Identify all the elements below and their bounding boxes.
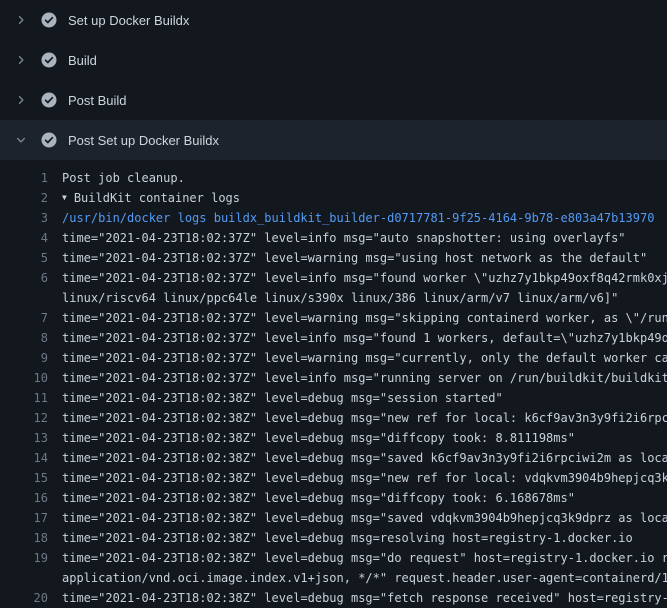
log-line: 9 time="2021-04-23T18:02:37Z" level=warni… — [0, 348, 667, 368]
log-text: time="2021-04-23T18:02:38Z" level=debug … — [62, 388, 503, 408]
command-text: /usr/bin/docker logs buildx_buildkit_bui… — [62, 208, 654, 228]
log-line: 5 time="2021-04-23T18:02:37Z" level=warni… — [0, 248, 667, 268]
line-number[interactable]: 9 — [0, 348, 48, 368]
chevron-down-icon — [14, 133, 28, 147]
line-number[interactable]: 18 — [0, 528, 48, 548]
log-line: 17 time="2021-04-23T18:02:38Z" level=debu… — [0, 508, 667, 528]
log-line-continuation: application/vnd.oci.image.index.v1+json,… — [0, 568, 667, 588]
line-number[interactable]: 12 — [0, 408, 48, 428]
line-number[interactable]: 1 — [0, 168, 48, 188]
log-lines: 1 Post job cleanup. 2 ▼ BuildKit container l… — [0, 160, 667, 608]
step-label: Post Build — [68, 94, 127, 107]
log-text: time="2021-04-23T18:02:37Z" level=warnin… — [62, 248, 647, 268]
line-number[interactable]: 7 — [0, 308, 48, 328]
log-line: 18 time="2021-04-23T18:02:38Z" level=debu… — [0, 528, 667, 548]
log-text: time="2021-04-23T18:02:38Z" level=debug … — [62, 488, 575, 508]
log-text: time="2021-04-23T18:02:38Z" level=debug … — [62, 428, 575, 448]
log-line: 16 time="2021-04-23T18:02:38Z" level=debu… — [0, 488, 667, 508]
check-circle-icon — [41, 52, 57, 68]
log-line: 7 time="2021-04-23T18:02:37Z" level=warni… — [0, 308, 667, 328]
log-line: 13 time="2021-04-23T18:02:38Z" level=debu… — [0, 428, 667, 448]
log-text: time="2021-04-23T18:02:38Z" level=debug … — [62, 508, 667, 528]
log-text: time="2021-04-23T18:02:38Z" level=debug … — [62, 588, 667, 608]
line-number[interactable]: 8 — [0, 328, 48, 348]
log-group-header[interactable]: ▼ BuildKit container logs — [62, 188, 240, 208]
log-text: time="2021-04-23T18:02:37Z" level=info m… — [62, 228, 626, 248]
line-number[interactable]: 6 — [0, 268, 48, 288]
log-line: 15 time="2021-04-23T18:02:38Z" level=debu… — [0, 468, 667, 488]
line-number[interactable]: 19 — [0, 548, 48, 568]
log-text: time="2021-04-23T18:02:37Z" level=warnin… — [62, 348, 667, 368]
chevron-right-icon — [14, 53, 28, 67]
step-label: Set up Docker Buildx — [68, 14, 189, 27]
log-line-continuation: linux/riscv64 linux/ppc64le linux/s390x … — [0, 288, 667, 308]
step-header-post-build[interactable]: Post Build — [0, 80, 667, 120]
log-text: time="2021-04-23T18:02:37Z" level=info m… — [62, 368, 667, 388]
log-line: 14 time="2021-04-23T18:02:38Z" level=debu… — [0, 448, 667, 468]
log-text: time="2021-04-23T18:02:38Z" level=debug … — [62, 528, 633, 548]
line-number[interactable]: 13 — [0, 428, 48, 448]
log-line: 8 time="2021-04-23T18:02:37Z" level=info … — [0, 328, 667, 348]
log-text: Post job cleanup. — [62, 168, 185, 188]
log-text: time="2021-04-23T18:02:38Z" level=debug … — [62, 468, 667, 488]
chevron-right-icon — [14, 13, 28, 27]
log-text: time="2021-04-23T18:02:38Z" level=debug … — [62, 548, 667, 568]
log-line: 11 time="2021-04-23T18:02:38Z" level=debu… — [0, 388, 667, 408]
line-number[interactable]: 3 — [0, 208, 48, 228]
step-header-set-up-docker-buildx[interactable]: Set up Docker Buildx — [0, 0, 667, 40]
log-text: application/vnd.oci.image.index.v1+json,… — [62, 568, 667, 588]
log-text: time="2021-04-23T18:02:37Z" level=warnin… — [62, 308, 667, 328]
log-line: 2 ▼ BuildKit container logs — [0, 188, 667, 208]
check-circle-icon — [41, 92, 57, 108]
step-header-build[interactable]: Build — [0, 40, 667, 80]
log-line: 4 time="2021-04-23T18:02:37Z" level=info … — [0, 228, 667, 248]
line-number[interactable]: 15 — [0, 468, 48, 488]
line-number[interactable]: 14 — [0, 448, 48, 468]
log-text: time="2021-04-23T18:02:37Z" level=info m… — [62, 268, 667, 288]
log-line: 12 time="2021-04-23T18:02:38Z" level=debu… — [0, 408, 667, 428]
log-line: 1 Post job cleanup. — [0, 168, 667, 188]
log-text: linux/riscv64 linux/ppc64le linux/s390x … — [62, 288, 618, 308]
log-text: time="2021-04-23T18:02:38Z" level=debug … — [62, 448, 667, 468]
line-number[interactable]: 11 — [0, 388, 48, 408]
log-line: 6 time="2021-04-23T18:02:37Z" level=info … — [0, 268, 667, 288]
log-group-title: BuildKit container logs — [74, 191, 240, 205]
check-circle-icon — [41, 12, 57, 28]
log-line: 20 time="2021-04-23T18:02:38Z" level=debu… — [0, 588, 667, 608]
step-label: Post Set up Docker Buildx — [68, 134, 219, 147]
line-number[interactable]: 5 — [0, 248, 48, 268]
log-text: time="2021-04-23T18:02:37Z" level=info m… — [62, 328, 667, 348]
line-number[interactable]: 17 — [0, 508, 48, 528]
log-line: 19 time="2021-04-23T18:02:38Z" level=debu… — [0, 548, 667, 568]
line-number[interactable]: 20 — [0, 588, 48, 608]
line-number — [0, 568, 48, 588]
step-label: Build — [68, 54, 97, 67]
group-expanded-toggle-icon[interactable]: ▼ — [62, 188, 67, 208]
line-number[interactable]: 4 — [0, 228, 48, 248]
log-line: 10 time="2021-04-23T18:02:37Z" level=info… — [0, 368, 667, 388]
line-number[interactable]: 2 — [0, 188, 48, 208]
step-header-post-set-up-docker-buildx[interactable]: Post Set up Docker Buildx — [0, 120, 667, 160]
log-line: 3/usr/bin/docker logs buildx_buildkit_bu… — [0, 208, 667, 228]
log-text: time="2021-04-23T18:02:38Z" level=debug … — [62, 408, 667, 428]
check-circle-icon — [41, 132, 57, 148]
line-number[interactable]: 10 — [0, 368, 48, 388]
workflow-log-viewer: Set up Docker Buildx Build Post Build — [0, 0, 667, 608]
line-number — [0, 288, 48, 308]
chevron-right-icon — [14, 93, 28, 107]
step-list: Set up Docker Buildx Build Post Build — [0, 0, 667, 160]
line-number[interactable]: 16 — [0, 488, 48, 508]
